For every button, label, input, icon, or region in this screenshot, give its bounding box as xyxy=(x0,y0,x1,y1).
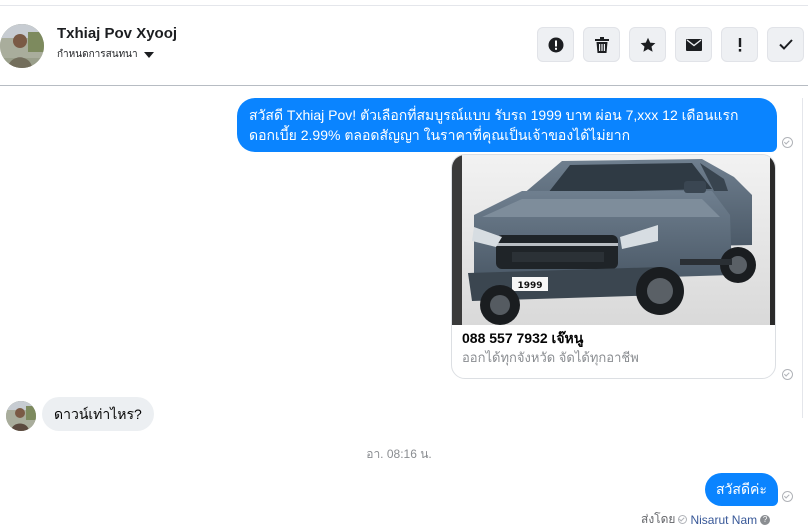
divider xyxy=(0,5,808,6)
alert-circle-icon xyxy=(548,37,563,52)
follow-up-button[interactable] xyxy=(721,27,758,62)
caret-down-icon xyxy=(143,51,154,58)
message-text-line: สวัสดี Txhiaj Pov! ตัวเลือกที่สมบูรณ์แบบ… xyxy=(249,107,739,123)
assign-label: กำหนดการสนทนา xyxy=(57,49,138,60)
sent-by-info: ส่งโดย Nisarut Nam ? xyxy=(641,510,771,528)
message-text-line: ดอกเบี้ย 2.99% ตลอดสัญญา ในราคาที่คุณเป็… xyxy=(249,127,631,143)
sent-by-label: ส่งโดย xyxy=(641,512,676,526)
delete-button[interactable] xyxy=(583,27,620,62)
pickup-truck-photo[interactable]: 1999 xyxy=(452,155,775,325)
contact-name[interactable]: Txhiaj Pov Xyooj xyxy=(57,25,177,42)
attachment-card[interactable]: 1999 088 557 7932 เจ๊หนู ออกได้ทุกจังหวั… xyxy=(451,154,776,379)
card-subtitle: ออกได้ทุกจังหวัด จัดได้ทุกอาชีพ xyxy=(462,350,639,365)
outgoing-message: สวัสดี Txhiaj Pov! ตัวเลือกที่สมบูรณ์แบบ… xyxy=(237,98,777,152)
help-icon[interactable]: ? xyxy=(760,514,771,525)
incoming-message: ดาวน์เท่าไหร? xyxy=(42,397,154,431)
license-plate-text: 1999 xyxy=(517,281,542,291)
mark-unread-button[interactable] xyxy=(675,27,712,62)
delivered-check-icon xyxy=(782,369,793,380)
trash-icon xyxy=(594,36,609,53)
mark-done-button[interactable] xyxy=(767,27,804,62)
message-timestamp: อา. 08:16 น. xyxy=(366,447,432,461)
contact-avatar[interactable] xyxy=(0,24,44,68)
verified-icon xyxy=(678,515,688,524)
sender-avatar[interactable] xyxy=(6,401,36,431)
exclamation-icon xyxy=(738,37,741,52)
mark-spam-button[interactable] xyxy=(537,27,574,62)
star-icon xyxy=(640,37,655,52)
conversation-header: Txhiaj Pov Xyooj กำหนดการสนทนา xyxy=(0,0,808,86)
header-actions xyxy=(537,27,804,62)
outgoing-message: สวัสดีค่ะ xyxy=(705,473,778,506)
assign-conversation-dropdown[interactable]: กำหนดการสนทนา xyxy=(57,47,154,62)
scrollbar[interactable] xyxy=(802,98,808,418)
check-icon xyxy=(778,39,793,50)
sender-name-link[interactable]: Nisarut Nam xyxy=(690,513,757,527)
envelope-icon xyxy=(685,38,702,51)
delivered-check-icon xyxy=(782,491,793,502)
star-button[interactable] xyxy=(629,27,666,62)
delivered-check-icon xyxy=(782,137,793,148)
